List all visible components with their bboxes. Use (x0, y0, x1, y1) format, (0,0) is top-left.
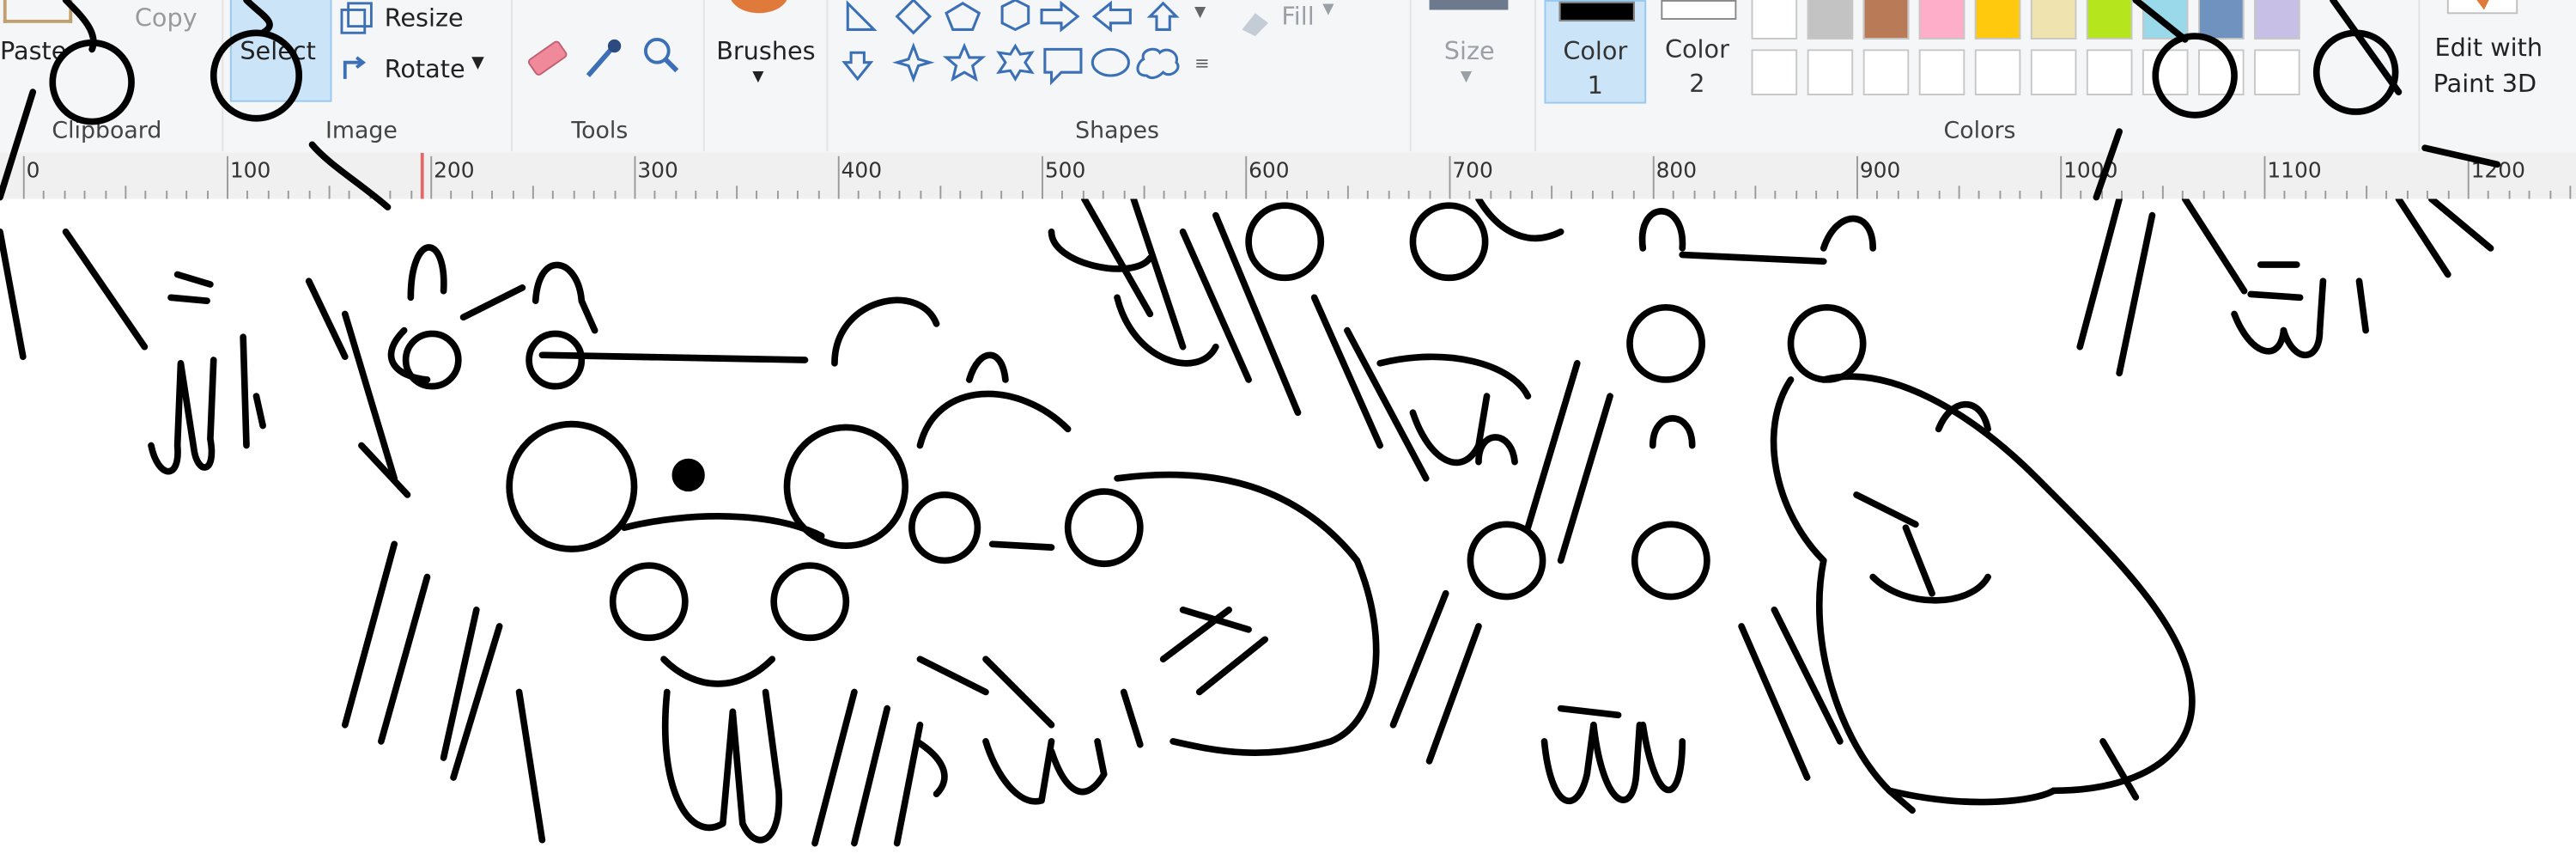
hamster-doodle (341, 296, 940, 847)
hamster-doodle (1770, 373, 2196, 814)
hamster-doodle (0, 228, 266, 475)
hamster-doodles (0, 198, 2494, 847)
hamster-doodle (305, 244, 598, 498)
hamster-doodle (1389, 208, 1876, 805)
hamster-doodle (908, 351, 1380, 805)
paint-window: Paste Copy Clipboard Select Resize Rotat… (0, 0, 2576, 860)
doodle-overlay (0, 0, 2501, 210)
hamster-doodle (1048, 198, 1564, 482)
drawing-canvas[interactable] (0, 198, 2576, 860)
